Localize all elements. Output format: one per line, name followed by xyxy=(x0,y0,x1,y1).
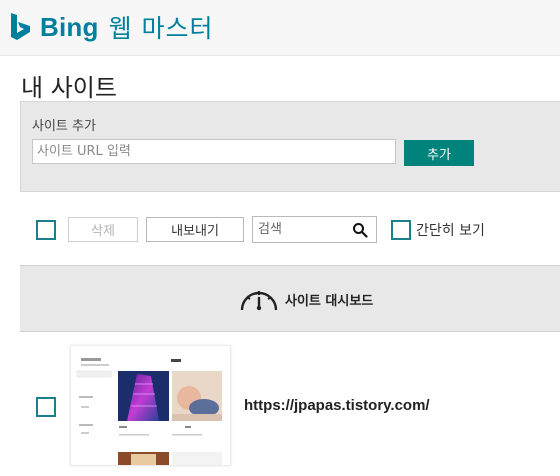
simple-view-checkbox[interactable] xyxy=(391,220,411,240)
search-box xyxy=(252,216,377,243)
search-icon[interactable] xyxy=(352,222,368,238)
site-url-input[interactable] xyxy=(32,139,396,164)
site-thumbnail-preview xyxy=(71,346,230,465)
site-dashboard-link[interactable]: 사이트 대시보드 xyxy=(239,286,373,312)
simple-view-label: 간단히 보기 xyxy=(416,223,485,239)
site-list-item: https://jpapas.tistory.com/ xyxy=(0,340,560,470)
delete-button[interactable]: 삭제 xyxy=(68,217,138,242)
site-dashboard-band[interactable]: 사이트 대시보드 xyxy=(20,265,560,332)
page-title: 내 사이트 xyxy=(21,74,117,102)
product-name: 웹 마스터 xyxy=(108,14,214,43)
site-url-link[interactable]: https://jpapas.tistory.com/ xyxy=(244,397,430,414)
add-site-panel: 사이트 추가 추가 xyxy=(20,101,560,192)
export-button[interactable]: 내보내기 xyxy=(146,217,244,242)
search-input[interactable] xyxy=(253,217,348,242)
select-all-checkbox[interactable] xyxy=(36,220,56,240)
bing-b-logo-icon xyxy=(11,13,30,40)
site-checkbox[interactable] xyxy=(36,397,56,417)
gauge-icon xyxy=(240,291,278,311)
site-dashboard-label: 사이트 대시보드 xyxy=(285,293,374,309)
brand[interactable]: Bing 웹 마스터 xyxy=(10,9,214,45)
top-bar: Bing 웹 마스터 xyxy=(0,0,560,56)
add-site-button[interactable]: 추가 xyxy=(404,140,474,166)
site-list-toolbar: 삭제 내보내기 간단히 보기 xyxy=(0,216,560,246)
site-thumbnail[interactable] xyxy=(70,345,231,466)
add-site-title: 사이트 추가 xyxy=(32,119,96,134)
brand-name: Bing xyxy=(40,11,99,42)
